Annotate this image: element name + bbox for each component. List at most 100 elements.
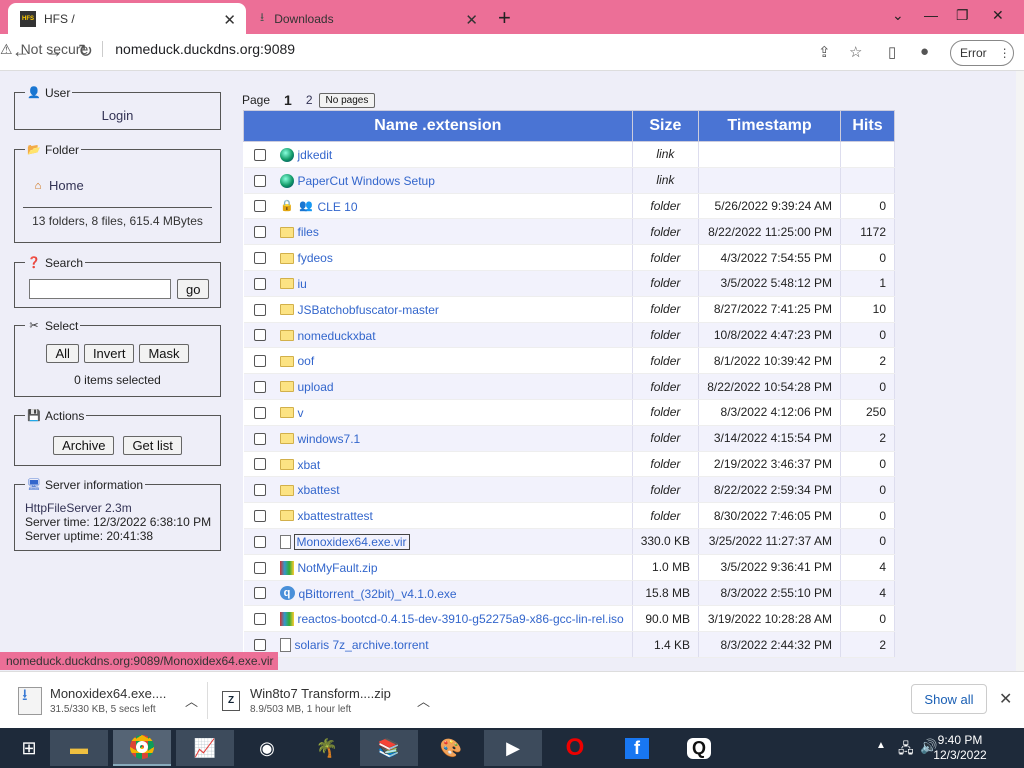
file-link[interactable]: reactos-bootcd-0.4.15-dev-3910-g52275a9-… xyxy=(298,612,624,626)
archive-button[interactable]: Archive xyxy=(53,436,115,455)
chevron-up-icon[interactable]: ︿ xyxy=(417,691,430,710)
page-scrollbar[interactable] xyxy=(1016,71,1024,671)
table-row[interactable]: NotMyFault.zip 1.0 MB 3/5/2022 9:36:41 PM 4 xyxy=(243,554,896,581)
get-list-button[interactable]: Get list xyxy=(123,436,182,455)
row-checkbox[interactable] xyxy=(253,509,266,522)
tray-chevron-icon[interactable]: ▲ xyxy=(876,740,886,751)
chrome-icon[interactable] xyxy=(113,730,171,766)
reload-icon[interactable]: ↻ xyxy=(78,41,93,62)
table-row[interactable]: jdkedit link xyxy=(243,141,896,168)
table-row[interactable]: q qBittorrent_(32bit)_v4.1.0.exe 15.8 MB 8/… xyxy=(243,580,896,607)
chevron-up-icon[interactable]: ︿ xyxy=(185,691,198,710)
url-text[interactable]: nomeduck.duckdns.org:9089 xyxy=(102,41,295,57)
app-icon[interactable]: 🎨 xyxy=(422,730,480,766)
forward-arrow-icon[interactable]: → xyxy=(45,41,63,62)
side-panel-icon[interactable]: ▯ xyxy=(888,43,896,61)
row-checkbox[interactable] xyxy=(253,613,266,626)
invert-selection-button[interactable]: Invert xyxy=(83,344,135,363)
hits-column-header[interactable]: Hits xyxy=(839,110,896,142)
close-download-bar-icon[interactable]: ✕ xyxy=(999,689,1012,709)
login-link[interactable]: Login xyxy=(102,108,134,123)
tab-search-chevron-icon[interactable]: ⌄ xyxy=(892,7,904,24)
row-checkbox[interactable] xyxy=(253,252,266,264)
taskbar-clock[interactable]: 9:40 PM 12/3/2022 xyxy=(930,733,990,763)
error-button[interactable]: Error ⋮ xyxy=(950,40,1014,66)
table-row[interactable]: nomeduckxbat folder 10/8/2022 4:47:23 PM 0 xyxy=(243,322,896,349)
file-link[interactable]: solaris 7z_archive.torrent xyxy=(295,638,429,652)
page-2-link[interactable]: 2 xyxy=(306,93,313,107)
table-row[interactable]: files folder 8/22/2022 11:25:00 PM 1172 xyxy=(243,218,896,246)
facebook-icon[interactable]: f xyxy=(608,730,666,766)
table-row[interactable]: PaperCut Windows Setup link xyxy=(243,167,896,194)
row-checkbox[interactable] xyxy=(253,638,266,651)
profile-icon[interactable]: ● xyxy=(920,43,929,60)
tab-hfs[interactable]: HFS HFS / ✕ xyxy=(8,3,246,34)
media-player-icon[interactable]: ▶ xyxy=(484,730,542,766)
download-item-monoxidex[interactable]: ⭳ Monoxidex64.exe.... 31.5/330 KB, 5 sec… xyxy=(18,672,198,729)
app-icon[interactable]: ◉ xyxy=(238,730,296,766)
row-checkbox[interactable] xyxy=(253,406,266,419)
file-link[interactable]: files xyxy=(298,225,319,239)
back-arrow-icon[interactable]: ← xyxy=(12,41,30,62)
table-row[interactable]: v folder 8/3/2022 4:12:06 PM 250 xyxy=(243,399,896,426)
table-row[interactable]: 🔒 👥 CLE 10 folder 5/26/2022 9:39:24 AM 0 xyxy=(243,193,896,220)
file-link[interactable]: xbat xyxy=(298,457,321,471)
row-checkbox[interactable] xyxy=(253,458,266,471)
table-row[interactable]: windows7.1 folder 3/14/2022 4:15:54 PM 2 xyxy=(243,425,896,452)
row-checkbox[interactable] xyxy=(253,587,266,600)
home-link[interactable]: Home xyxy=(49,178,84,193)
table-row[interactable]: oof folder 8/1/2022 10:39:42 PM 2 xyxy=(243,347,896,375)
new-tab-icon[interactable]: + xyxy=(498,5,511,31)
file-link[interactable]: PaperCut Windows Setup xyxy=(298,174,435,188)
network-icon[interactable]: 🖧 xyxy=(898,738,914,762)
app-icon[interactable]: Q xyxy=(670,730,728,766)
file-link[interactable]: v xyxy=(298,406,304,420)
row-checkbox[interactable] xyxy=(253,200,266,213)
row-checkbox[interactable] xyxy=(253,380,266,393)
file-link[interactable]: Monoxidex64.exe.vir xyxy=(293,533,410,550)
app-icon[interactable]: 🌴 xyxy=(298,730,356,766)
row-checkbox[interactable] xyxy=(253,329,266,342)
row-checkbox[interactable] xyxy=(253,355,266,368)
file-link[interactable]: CLE 10 xyxy=(318,199,358,213)
no-pages-button[interactable]: No pages xyxy=(318,92,376,108)
row-checkbox[interactable] xyxy=(253,535,266,548)
search-go-button[interactable]: go xyxy=(177,279,210,299)
file-link[interactable]: iu xyxy=(298,277,307,291)
search-input[interactable] xyxy=(29,279,171,299)
table-row[interactable]: Monoxidex64.exe.vir 330.0 KB 3/25/2022 11:… xyxy=(243,528,896,555)
name-column-header[interactable]: Name .extension xyxy=(243,110,633,142)
file-link[interactable]: jdkedit xyxy=(298,148,333,162)
opera-icon[interactable]: O xyxy=(546,730,604,766)
table-row[interactable]: solaris 7z_archive.torrent 1.4 KB 8/3/2022… xyxy=(243,631,896,658)
row-checkbox[interactable] xyxy=(253,303,266,316)
close-tab-icon[interactable]: ✕ xyxy=(223,11,236,29)
row-checkbox[interactable] xyxy=(253,432,266,445)
file-explorer-icon[interactable]: ▬ xyxy=(50,730,108,766)
file-link[interactable]: JSBatchobfuscator-master xyxy=(298,303,439,317)
file-link[interactable]: qBittorrent_(32bit)_v4.1.0.exe xyxy=(299,586,457,600)
row-checkbox[interactable] xyxy=(253,174,266,187)
file-link[interactable]: windows7.1 xyxy=(298,432,361,446)
table-row[interactable]: xbattestrattest folder 8/30/2022 7:46:05 P… xyxy=(243,502,896,529)
show-all-downloads-button[interactable]: Show all xyxy=(911,684,987,714)
tab-downloads[interactable]: ⭳ Downloads ✕ xyxy=(250,3,488,34)
task-manager-icon[interactable]: 📈 xyxy=(176,730,234,766)
table-row[interactable]: fydeos folder 4/3/2022 7:54:55 PM 0 xyxy=(243,244,896,271)
file-link[interactable]: upload xyxy=(298,380,334,394)
row-checkbox[interactable] xyxy=(253,277,266,290)
hfs-version-link[interactable]: HttpFileServer 2.3m xyxy=(25,501,220,515)
restore-icon[interactable]: ❐ xyxy=(956,7,969,24)
row-checkbox[interactable] xyxy=(253,226,266,239)
table-row[interactable]: upload folder 8/22/2022 10:54:28 PM 0 xyxy=(243,373,896,400)
file-link[interactable]: NotMyFault.zip xyxy=(298,561,378,575)
bookmark-star-icon[interactable]: ☆ xyxy=(849,43,862,61)
table-row[interactable]: iu folder 3/5/2022 5:48:12 PM 1 xyxy=(243,270,896,297)
row-checkbox[interactable] xyxy=(253,561,266,574)
file-link[interactable]: oof xyxy=(298,354,315,368)
table-row[interactable]: reactos-bootcd-0.4.15-dev-3910-g52275a9-… xyxy=(243,605,896,633)
row-checkbox[interactable] xyxy=(253,148,266,161)
close-window-icon[interactable]: ✕ xyxy=(992,7,1004,24)
mask-button[interactable]: Mask xyxy=(139,344,189,363)
table-row[interactable]: JSBatchobfuscator-master folder 8/27/2022 … xyxy=(243,296,896,323)
